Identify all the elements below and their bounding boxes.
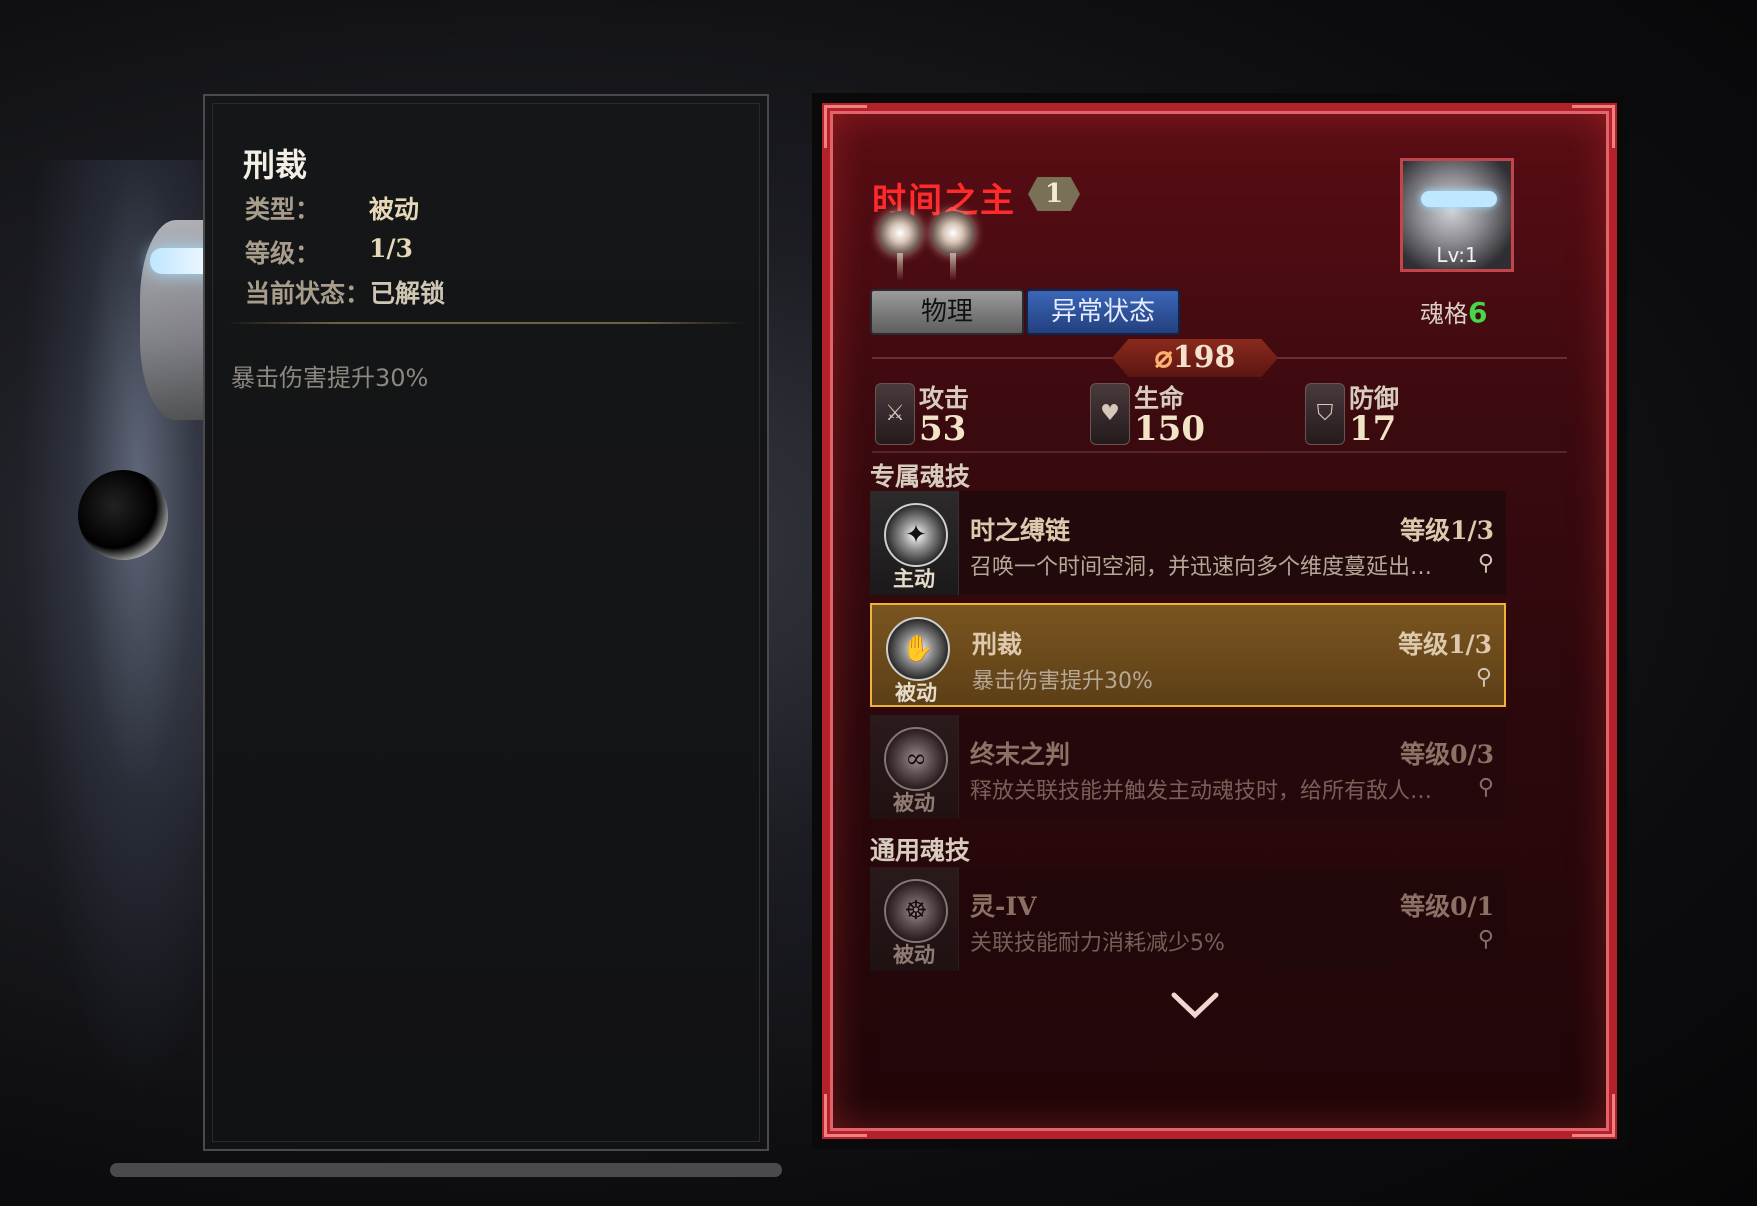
section-exclusive-skills: 专属魂技 — [870, 462, 971, 491]
skill-level: 等级0/1 — [1400, 892, 1494, 921]
portrait-blindfold — [1421, 191, 1497, 207]
stat-attack-value: 53 — [919, 409, 967, 449]
divider — [872, 451, 1567, 453]
skill-item-locked[interactable]: ∞ 被动 终末之判 等级0/3 释放关联技能并触发主动魂技时，给所有敌人… ⚲ — [870, 715, 1506, 819]
hand-icon: ✋ — [886, 617, 950, 681]
star-orb-icon — [878, 211, 922, 281]
skill-icon-box: ∞ 被动 — [870, 715, 959, 819]
skill-item[interactable]: ✦ 主动 时之缚链 等级1/3 召唤一个时间空洞，并迅速向多个维度蔓延出… ⚲ — [870, 491, 1506, 595]
detail-type-row: 类型： 被动 — [245, 190, 419, 226]
shield-icon: ⛉ — [1305, 383, 1345, 445]
skill-item-locked[interactable]: ☸ 被动 灵-IV 等级0/1 关联技能耐力消耗减少5% ⚲ — [870, 867, 1506, 971]
detail-type-value: 被动 — [369, 195, 420, 224]
power-badge: ⌀198 — [1112, 339, 1278, 377]
star-orb-icon — [931, 211, 975, 281]
skill-level: 等级0/3 — [1400, 740, 1494, 769]
hero-portrait[interactable]: Lv:1 — [1400, 158, 1514, 272]
hero-card-frame: 时间之主 1 物理 异常状态 Lv:1 魂格6 ⌀198 ⚔ 攻击 53 ♥ 生… — [822, 103, 1617, 1139]
skill-detail-panel: 刑裁 类型： 被动 等级： 1/3 当前状态：已解锁 暴击伤害提升30% — [203, 94, 769, 1151]
skill-type: 被动 — [895, 680, 937, 705]
skill-type: 主动 — [893, 566, 935, 591]
detail-divider — [227, 322, 747, 324]
detail-type-label: 类型： — [245, 195, 321, 224]
skill-item-selected[interactable]: ✋ 被动 刑裁 等级1/3 暴击伤害提升30% ⚲ — [870, 603, 1506, 707]
frame-corner — [1572, 105, 1615, 148]
skill-level: 等级1/3 — [1400, 516, 1494, 545]
chevron-down-icon[interactable] — [1170, 991, 1220, 1021]
horizontal-scrollbar[interactable] — [110, 1163, 782, 1177]
section-general-skills: 通用魂技 — [870, 836, 971, 865]
zoom-icon[interactable]: ⚲ — [1478, 551, 1494, 576]
detail-level-label: 等级： — [245, 239, 321, 268]
skill-icon-box: ☸ 被动 — [870, 867, 959, 971]
soul-grade-value: 6 — [1468, 296, 1488, 329]
skill-icon-box: ✦ 主动 — [870, 491, 959, 595]
skill-icon-box: ✋ 被动 — [872, 605, 960, 709]
skill-type: 被动 — [893, 942, 935, 967]
zoom-icon[interactable]: ⚲ — [1476, 665, 1492, 690]
stat-defense-value: 17 — [1349, 409, 1397, 449]
skill-description: 关联技能耐力消耗减少5% — [970, 931, 1225, 956]
wing-icon: ✦ — [884, 503, 948, 567]
skill-name: 时之缚链 — [970, 516, 1071, 545]
soul-grade: 魂格6 — [1420, 294, 1487, 329]
sword-icon: ⚔ — [875, 383, 915, 445]
power-value: 198 — [1172, 340, 1236, 375]
detail-status-label: 当前状态： — [245, 279, 371, 308]
skill-description: 暴击伤害提升30% — [972, 669, 1153, 694]
detail-status-value: 已解锁 — [370, 279, 446, 308]
skill-level: 等级1/3 — [1398, 630, 1492, 659]
power-icon: ⌀ — [1154, 340, 1173, 375]
detail-level-row: 等级： 1/3 — [245, 234, 413, 270]
skill-description: 释放关联技能并触发主动魂技时，给所有敌人… — [970, 779, 1433, 804]
skill-name: 灵-IV — [970, 892, 1037, 921]
spirit-icon: ☸ — [884, 879, 948, 943]
skill-description: 召唤一个时间空洞，并迅速向多个维度蔓延出… — [970, 555, 1433, 580]
tag-abnormal-status: 异常状态 — [1026, 289, 1180, 335]
detail-title: 刑裁 — [243, 146, 308, 184]
stat-health-value: 150 — [1134, 409, 1205, 449]
detail-level-value: 1/3 — [369, 234, 413, 263]
frame-corner — [824, 1094, 867, 1137]
heart-icon: ♥ — [1090, 383, 1130, 445]
hero-card: 时间之主 1 物理 异常状态 Lv:1 魂格6 ⌀198 ⚔ 攻击 53 ♥ 生… — [812, 93, 1627, 1149]
skill-type: 被动 — [893, 790, 935, 815]
hero-rank-badge: 1 — [1028, 177, 1080, 211]
soul-grade-label: 魂格 — [1420, 300, 1468, 328]
skill-name: 终末之判 — [970, 740, 1071, 769]
zoom-icon[interactable]: ⚲ — [1478, 775, 1494, 800]
frame-corner — [1572, 1094, 1615, 1137]
tag-physical: 物理 — [870, 289, 1024, 335]
skill-name: 刑裁 — [972, 630, 1023, 659]
frame-corner — [824, 105, 867, 148]
background-orb — [78, 470, 168, 560]
detail-status-row: 当前状态：已解锁 — [245, 274, 445, 310]
portrait-level: Lv:1 — [1436, 243, 1478, 267]
zoom-icon[interactable]: ⚲ — [1478, 927, 1494, 952]
infinity-icon: ∞ — [884, 727, 948, 791]
detail-description: 暴击伤害提升30% — [231, 364, 429, 392]
